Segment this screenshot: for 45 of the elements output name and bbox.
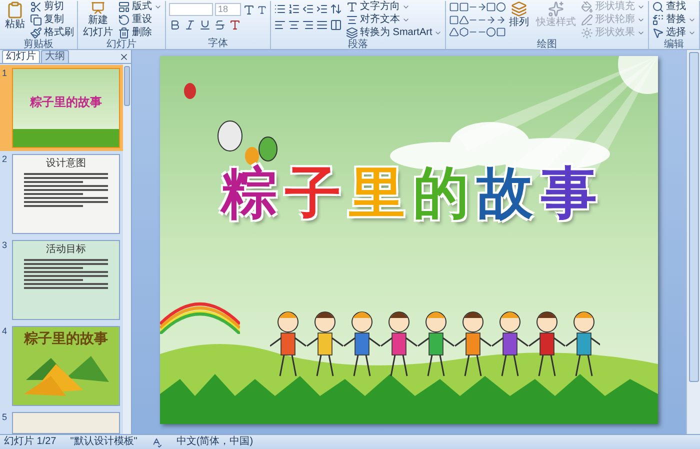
title-character: 事	[541, 161, 597, 225]
thumbnail-title: 活动目标	[46, 244, 86, 255]
title-character: 故	[477, 161, 533, 225]
slide-thumbnail[interactable]: 粽子里的故事	[12, 68, 120, 148]
slide-number: 5	[2, 412, 8, 424]
slide-number: 4	[2, 326, 8, 338]
ribbon-large-button[interactable]: 粘贴	[3, 1, 27, 39]
title-character: 子	[285, 161, 341, 225]
group-label: 绘图	[537, 39, 558, 50]
ribbon-button[interactable]: 替换	[652, 14, 696, 26]
slide-number: 2	[2, 154, 8, 166]
ribbon-button[interactable]: 重设	[118, 14, 162, 26]
thumbnail-title: 粽子里的故事	[24, 331, 108, 347]
ribbon-button[interactable]: 剪切	[30, 1, 74, 13]
ribbon-button[interactable]: 格式刷	[30, 27, 74, 39]
panel-tab[interactable]: 大纲	[41, 50, 69, 63]
ribbon-button[interactable]: 复制	[30, 14, 74, 26]
slide-number: 1	[2, 68, 8, 80]
ribbon-button[interactable]: 文字方向	[346, 1, 442, 13]
title-character: 里	[349, 161, 405, 225]
ribbon-button[interactable]: 查找	[652, 1, 696, 13]
group-label: 剪贴板	[24, 39, 54, 50]
slide-thumbnail[interactable]: 活动目标	[12, 240, 120, 320]
group-label: 字体	[208, 38, 228, 49]
slide-thumbnail[interactable]: 设计意图	[12, 154, 120, 234]
title-character: 的	[413, 161, 469, 225]
group-label: 编辑	[664, 39, 684, 50]
slide-count: 幻灯片 1/27	[4, 436, 56, 448]
ribbon-large-button[interactable]: 排列	[507, 1, 531, 39]
theme-name: "默认设计模板"	[70, 436, 138, 448]
panel-tab[interactable]: 幻灯片	[2, 50, 40, 63]
ribbon-button[interactable]: 对齐文本	[346, 14, 442, 26]
thumbnail-title: 设计意图	[46, 158, 86, 169]
slide-thumbnail[interactable]: 粽子里的故事	[12, 326, 120, 406]
group-label: 幻灯片	[106, 39, 136, 50]
ribbon-button[interactable]: 版式	[118, 1, 162, 13]
slide-number: 3	[2, 240, 8, 252]
language: 中文(简体，中国)	[176, 436, 254, 448]
ribbon-large-button[interactable]: 新建 幻灯片	[81, 1, 115, 39]
thumbnail-title: 粽子里的故事	[30, 94, 102, 111]
ribbon-button[interactable]: 选择	[652, 27, 696, 39]
title-character: 粽	[221, 161, 277, 225]
ribbon-button[interactable]: 删除	[118, 27, 162, 39]
ribbon-button[interactable]: 转换为 SmartArt	[346, 27, 442, 39]
group-label: 段落	[348, 39, 368, 50]
